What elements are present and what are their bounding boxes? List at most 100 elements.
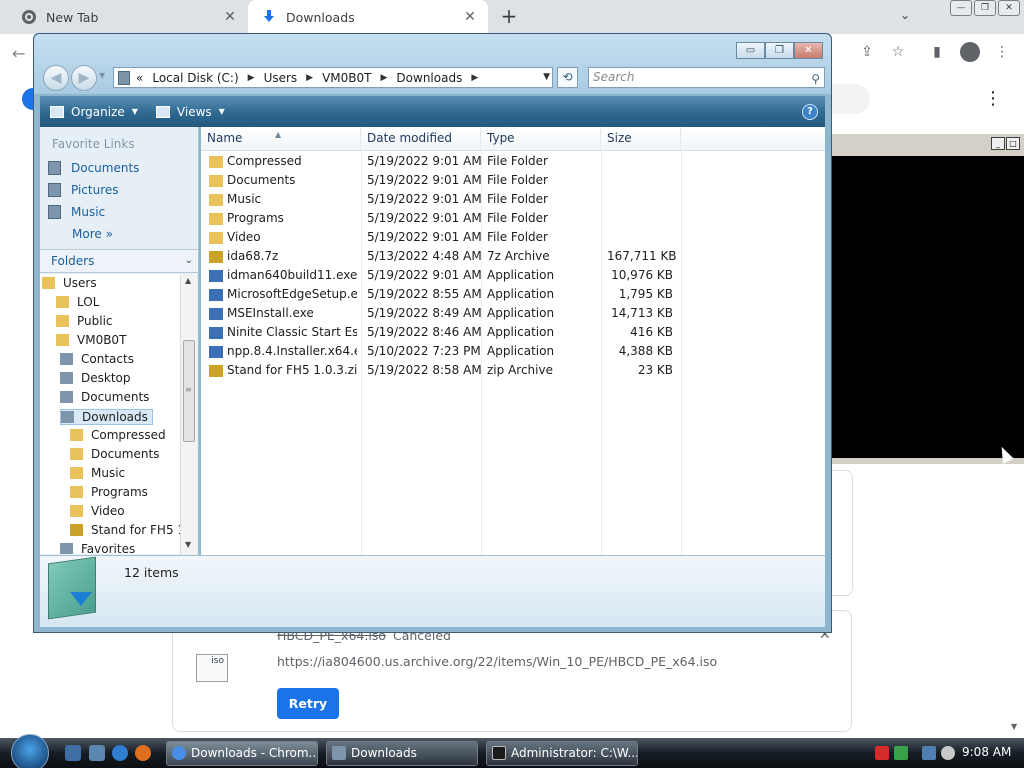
retry-button[interactable]: Retry	[277, 688, 339, 719]
menu-icon[interactable]: ⋮	[993, 44, 1011, 62]
table-row[interactable]: Programs 5/19/2022 9:01 AM File Folder	[201, 210, 825, 229]
favorite-link-pictures[interactable]: Pictures	[48, 183, 119, 197]
scroll-down-arrow-icon[interactable]: ▼	[1011, 722, 1017, 731]
taskbar-button-chrome[interactable]: Downloads - Chrom...	[166, 741, 318, 766]
tree-item-video[interactable]: Video	[70, 504, 125, 518]
maximize-button[interactable]: ❐	[765, 42, 794, 59]
forward-arrow-icon[interactable]: ▶	[71, 65, 97, 91]
close-icon[interactable]: ✕	[462, 9, 478, 25]
close-button[interactable]: ✕	[794, 42, 823, 59]
profile-avatar-icon[interactable]	[960, 42, 980, 62]
tab-downloads[interactable]: Downloads ✕	[248, 0, 488, 34]
breadcrumb-separator-icon[interactable]: ▶	[306, 73, 313, 83]
tree-item-vm0b0t[interactable]: VM0B0T	[56, 333, 126, 347]
back-arrow-icon[interactable]: ←	[12, 44, 25, 63]
recent-pages-dropdown[interactable]: ▼	[99, 71, 105, 80]
folder-icon	[70, 448, 83, 460]
help-icon[interactable]: ?	[802, 104, 818, 120]
table-row[interactable]: MicrosoftEdgeSetup.exe 5/19/2022 8:55 AM A…	[201, 286, 825, 305]
tree-item-compressed[interactable]: Compressed	[70, 428, 166, 442]
column-header-name[interactable]: ▲ Name	[201, 127, 361, 151]
breadcrumb-vm0b0t[interactable]: VM0B0T	[322, 71, 371, 85]
security-alert-icon[interactable]	[875, 746, 889, 760]
column-header-date-modified[interactable]: Date modified	[361, 127, 481, 151]
organize-button[interactable]: Organize ▼	[50, 105, 138, 119]
column-header-type[interactable]: Type	[481, 127, 601, 151]
minimize-button[interactable]: ▭	[736, 42, 765, 59]
share-icon[interactable]: ⇪	[858, 44, 876, 62]
search-input[interactable]: Search ⚲	[588, 67, 825, 88]
tree-item-stand-for-fh5-1-0[interactable]: Stand for FH5 1.0	[70, 523, 180, 537]
tree-item-favorites[interactable]: Favorites	[60, 542, 135, 554]
table-row[interactable]: Video 5/19/2022 9:01 AM File Folder	[201, 229, 825, 248]
table-row[interactable]: ida68.7z 5/13/2022 4:48 AM 7z Archive 167,7…	[201, 248, 825, 267]
tree-item-downloads[interactable]: Downloads	[60, 409, 153, 425]
maximize-button[interactable]: □	[1006, 137, 1020, 150]
more-links-button[interactable]: More »	[72, 227, 113, 241]
clock[interactable]: 9:08 AM	[962, 745, 1011, 759]
breadcrumb-separator-icon[interactable]: ▶	[248, 73, 255, 83]
chevron-down-icon[interactable]: ⌄	[185, 250, 193, 272]
scroll-up-arrow-icon[interactable]: ▲	[185, 276, 191, 285]
network-icon[interactable]	[894, 746, 908, 760]
switch-windows-icon[interactable]	[89, 745, 105, 761]
tab-new-tab[interactable]: New Tab ✕	[8, 0, 248, 34]
side-panel-icon[interactable]: ▮	[928, 44, 946, 62]
table-row[interactable]: Stand for FH5 1.0.3.zip 5/19/2022 8:58 AM…	[201, 362, 825, 381]
back-arrow-icon[interactable]: ◀	[43, 65, 69, 91]
column-header-size[interactable]: Size	[601, 127, 681, 151]
tree-item-lol[interactable]: LOL	[56, 295, 99, 309]
minimize-button[interactable]: _	[991, 137, 1005, 150]
console-output[interactable]	[832, 156, 1024, 458]
table-row[interactable]: Ninite Classic Start Ess... 5/19/2022 8:4…	[201, 324, 825, 343]
address-bar[interactable]: « Local Disk (C:) ▶ Users ▶ VM0B0T ▶ Dow…	[113, 67, 553, 88]
refresh-button[interactable]: ⟲	[557, 67, 578, 88]
address-overflow[interactable]: «	[136, 71, 143, 85]
more-options-icon[interactable]: ⋮	[984, 88, 1002, 109]
tree-item-documents[interactable]: Documents	[70, 447, 159, 461]
chevron-down-icon[interactable]: ⌄	[896, 8, 914, 26]
table-row[interactable]: MSEInstall.exe 5/19/2022 8:49 AM Applicati…	[201, 305, 825, 324]
taskbar-button-console[interactable]: Administrator: C:\W...	[486, 741, 638, 766]
table-row[interactable]: npp.8.4.Installer.x64.exe 5/10/2022 7:23 …	[201, 343, 825, 362]
folders-header[interactable]: Folders ⌄	[40, 249, 198, 273]
display-icon[interactable]	[922, 746, 936, 760]
volume-muted-icon[interactable]	[941, 746, 955, 760]
search-icon[interactable]: ⚲	[811, 70, 820, 89]
breadcrumb-separator-icon[interactable]: ▶	[381, 73, 388, 83]
breadcrumb-users[interactable]: Users	[264, 71, 298, 85]
downloads-search-field[interactable]	[830, 84, 870, 114]
table-row[interactable]: idman640build11.exe 5/19/2022 9:01 AM Appl…	[201, 267, 825, 286]
new-tab-button[interactable]: +	[498, 6, 520, 28]
tree-item-programs[interactable]: Programs	[70, 485, 148, 499]
views-button[interactable]: Views ▼	[155, 105, 225, 119]
favorite-link-music[interactable]: Music	[48, 205, 105, 219]
restore-button[interactable]: ❐	[974, 0, 996, 16]
tree-item-desktop[interactable]: Desktop	[60, 371, 131, 385]
tree-item-music[interactable]: Music	[70, 466, 125, 480]
favorite-link-documents[interactable]: Documents	[48, 161, 139, 175]
close-icon[interactable]: ✕	[222, 9, 238, 25]
table-row[interactable]: Documents 5/19/2022 9:01 AM File Folder	[201, 172, 825, 191]
tree-scrollbar[interactable]: ▲ ≡ ▼	[180, 274, 197, 554]
tree-item-public[interactable]: Public	[56, 314, 113, 328]
firefox-icon[interactable]	[135, 745, 151, 761]
tree-item-users[interactable]: Users	[42, 276, 97, 290]
table-row[interactable]: Music 5/19/2022 9:01 AM File Folder	[201, 191, 825, 210]
show-desktop-icon[interactable]	[65, 745, 81, 761]
tree-item-contacts[interactable]: Contacts	[60, 352, 134, 366]
breadcrumb-separator-icon[interactable]: ▶	[471, 73, 478, 83]
download-url[interactable]: https://ia804600.us.archive.org/22/items…	[277, 654, 717, 669]
minimize-button[interactable]: —	[950, 0, 972, 16]
start-button[interactable]	[11, 734, 49, 768]
breadcrumb-downloads[interactable]: Downloads	[396, 71, 462, 85]
close-button[interactable]: ✕	[998, 0, 1020, 16]
internet-explorer-icon[interactable]	[112, 745, 128, 761]
table-row[interactable]: Compressed 5/19/2022 9:01 AM File Folder	[201, 153, 825, 172]
address-dropdown-icon[interactable]: ▼	[543, 72, 550, 82]
breadcrumb-local-disk[interactable]: Local Disk (C:)	[152, 71, 238, 85]
taskbar-button-explorer[interactable]: Downloads	[326, 741, 478, 766]
star-icon[interactable]: ☆	[889, 44, 907, 62]
tree-item-documents[interactable]: Documents	[60, 390, 149, 404]
scroll-down-arrow-icon[interactable]: ▼	[185, 540, 191, 549]
